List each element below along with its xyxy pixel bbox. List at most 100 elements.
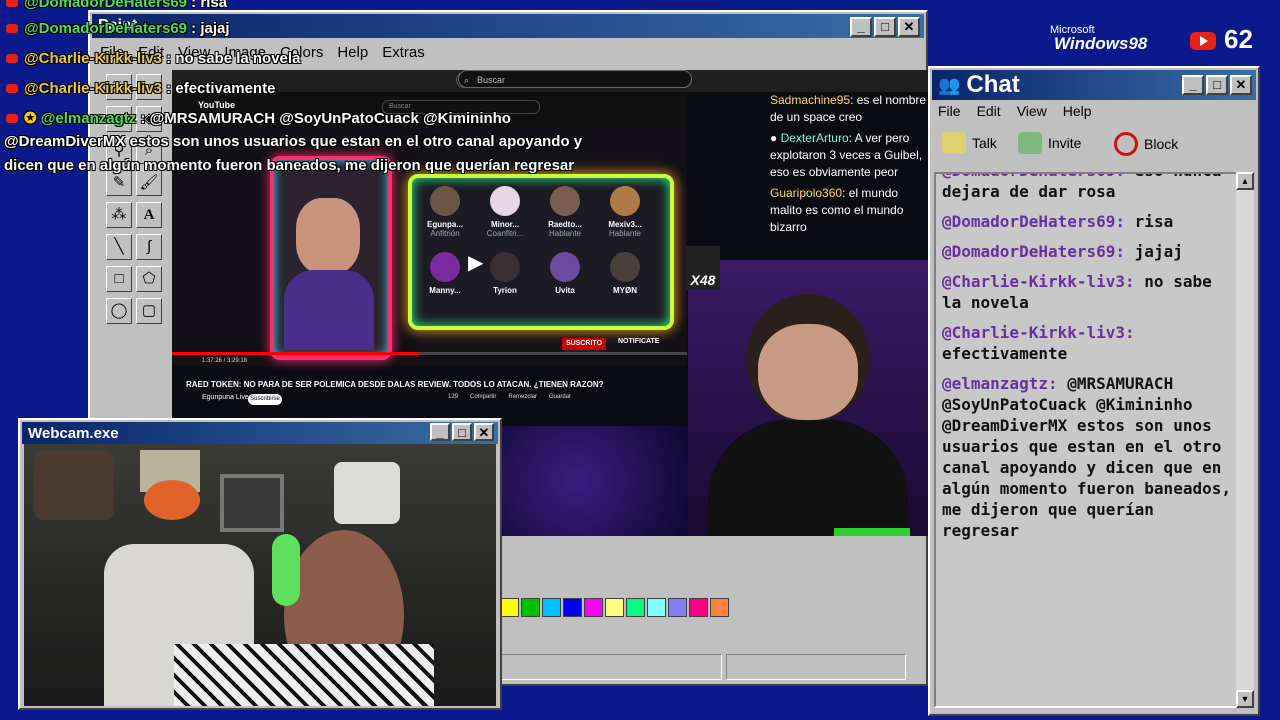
chat-message: @DomadorDeHaters69: jajaj	[942, 242, 1183, 261]
webcam-titlebar[interactable]: Webcam.exe _ □ ✕	[22, 422, 498, 444]
overlay-chat-line: @DreamDiverMX estos son unos usuarios qu…	[4, 133, 583, 150]
scroll-down-icon[interactable]: ▼	[1236, 690, 1254, 708]
close-button[interactable]: ✕	[474, 423, 494, 441]
youtube-icon	[1190, 32, 1216, 50]
host-camera-frame	[270, 156, 392, 360]
minimize-button[interactable]: _	[430, 423, 450, 441]
menu-extras[interactable]: Extras	[382, 44, 425, 61]
chat-message: @DomadorDeHaters69: risa	[942, 212, 1174, 231]
streamer-face	[758, 324, 858, 420]
chat-titlebar[interactable]: 👥 Chat _ □ ✕	[932, 70, 1256, 100]
webcam-window: Webcam.exe _ □ ✕	[18, 418, 502, 710]
color-swatch-2[interactable]	[542, 598, 561, 617]
stream-chat-msg: Guaripolo360: el mundo malito es como el…	[770, 186, 904, 234]
invite-button[interactable]: Invite	[1018, 132, 1081, 154]
like-count[interactable]: 129	[448, 394, 458, 400]
rectangle-icon[interactable]: □	[106, 266, 132, 292]
progress-track[interactable]	[172, 352, 687, 355]
airbrush-icon[interactable]: ⁂	[106, 202, 132, 228]
menu-help[interactable]: Help	[337, 44, 368, 61]
color-swatch-6[interactable]	[626, 598, 645, 617]
youtube-icon	[6, 24, 18, 33]
host-shirt	[284, 270, 374, 350]
guest-5[interactable]: Manny...	[418, 252, 472, 295]
invite-icon	[1018, 132, 1042, 154]
color-swatch-0[interactable]	[500, 598, 519, 617]
save-button[interactable]: Guardar	[549, 394, 571, 400]
streamer-camera	[688, 260, 928, 536]
guest-3[interactable]: Raedto... Hablante	[538, 186, 592, 238]
youtube-icon	[6, 84, 18, 93]
curve-icon[interactable]: ∫	[136, 234, 162, 260]
stream-chat-msg: ● DexterArturo: A ver pero explotaron 3 …	[770, 131, 923, 179]
menu-file[interactable]: File	[938, 103, 961, 119]
minimize-button[interactable]: _	[1182, 75, 1204, 95]
maximize-button[interactable]: □	[874, 17, 896, 37]
text-tool-icon[interactable]: A	[136, 202, 162, 228]
play-icon	[1200, 36, 1208, 46]
chat-scrollbar[interactable]: ▲ ▼	[1236, 172, 1254, 708]
video-actions: 129 Compartir Remezclar Guardar	[448, 394, 571, 400]
guest-1[interactable]: Egunpa... Anfitrión	[418, 186, 472, 238]
overlay-chat-line: @DomadorDeHaters69 : jajaj	[6, 20, 230, 37]
silver-award	[220, 474, 284, 532]
overlay-chat-line: @DomadorDeHaters69 : risa	[6, 0, 227, 11]
chat-users-icon: 👥	[938, 74, 961, 95]
green-bar	[834, 528, 910, 536]
color-swatch-3[interactable]	[563, 598, 582, 617]
close-button[interactable]: ✕	[898, 17, 920, 37]
space-background	[502, 426, 688, 536]
remix-button[interactable]: Remezclar	[508, 394, 537, 400]
maximize-button[interactable]: □	[1206, 75, 1228, 95]
ellipse-icon[interactable]: ◯	[106, 298, 132, 324]
color-swatch-4[interactable]	[584, 598, 603, 617]
star-icon: ✪	[24, 110, 37, 127]
color-swatch-8[interactable]	[668, 598, 687, 617]
scroll-up-icon[interactable]: ▲	[1236, 172, 1254, 190]
webcam-title: Webcam.exe	[28, 424, 119, 442]
shelf-object	[34, 450, 114, 520]
color-swatch-9[interactable]	[689, 598, 708, 617]
color-swatch-5[interactable]	[605, 598, 624, 617]
line-icon[interactable]: ╲	[106, 234, 132, 260]
viewer-count: 62	[1224, 24, 1253, 54]
maximize-button[interactable]: □	[452, 423, 472, 441]
rounded-rect-icon[interactable]: ▢	[136, 298, 162, 324]
top-search-input[interactable]: ⌕ Buscar	[458, 70, 692, 88]
close-button[interactable]: ✕	[1230, 75, 1252, 95]
host-face	[296, 198, 360, 274]
webcam-feed	[24, 444, 496, 706]
trump-roll	[334, 462, 400, 524]
polygon-icon[interactable]: ⬠	[136, 266, 162, 292]
subscribed-badge[interactable]: SUSCRITO	[562, 338, 606, 350]
guest-4[interactable]: Mexiv3... Hablante	[598, 186, 652, 238]
notify-label[interactable]: NOTIFICATE	[618, 338, 659, 345]
youtube-icon	[6, 114, 18, 123]
menu-help[interactable]: Help	[1063, 103, 1092, 119]
search-icon: ⌕	[464, 75, 470, 85]
checkered-shirt	[174, 644, 434, 706]
chat-messages[interactable]: @DomadorDeHaters69: eso nunca dejara de …	[934, 172, 1240, 708]
streamer-body	[708, 420, 908, 536]
channel-name[interactable]: Egunpuna Live	[202, 394, 249, 401]
progress-fill	[172, 352, 420, 355]
chat-message: @elmanzagtz: @MRSAMURACH @SoyUnPatoCuack…	[942, 374, 1231, 540]
guest-8[interactable]: MYØN	[598, 252, 652, 295]
subscribe-button[interactable]: Suscribirse	[248, 394, 282, 405]
overlay-chat-line: ✪ @elmanzagtz : @MRSAMURACH @SoyUnPatoCu…	[6, 109, 511, 127]
talk-button[interactable]: Talk	[942, 132, 997, 154]
play-icon[interactable]: ▶	[468, 250, 483, 275]
share-button[interactable]: Compartir	[470, 394, 496, 400]
menu-view[interactable]: View	[1017, 103, 1047, 119]
menu-edit[interactable]: Edit	[977, 103, 1001, 119]
space-guests-frame: Egunpa... Anfitrión Minor... Coanfitri... …	[408, 174, 674, 330]
block-button[interactable]: Block	[1114, 132, 1178, 156]
chat-title: Chat	[966, 71, 1020, 98]
color-swatch-10[interactable]	[710, 598, 729, 617]
minimize-button[interactable]: _	[850, 17, 872, 37]
guest-2[interactable]: Minor... Coanfitri...	[478, 186, 532, 238]
guest-7[interactable]: Uvita	[538, 252, 592, 295]
color-swatch-1[interactable]	[521, 598, 540, 617]
guest-6[interactable]: Tyrion	[478, 252, 532, 295]
color-swatch-7[interactable]	[647, 598, 666, 617]
